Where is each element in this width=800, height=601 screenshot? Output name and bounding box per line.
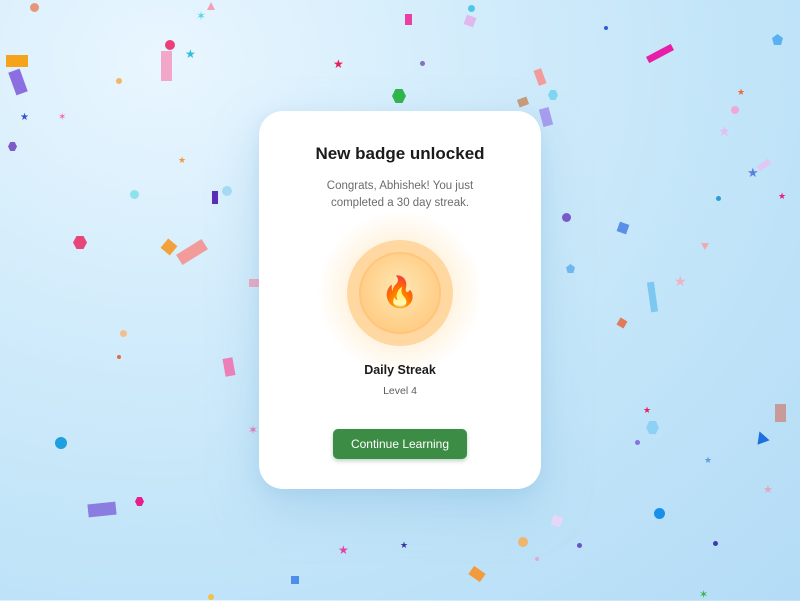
confetti-piece: ✶: [248, 423, 259, 437]
confetti-piece: [538, 107, 554, 127]
confetti-piece: [518, 537, 528, 547]
confetti-piece: [646, 281, 659, 313]
confetti-piece: [8, 68, 28, 96]
confetti-piece: [165, 40, 175, 50]
confetti-piece: [30, 3, 39, 12]
confetti-piece: [208, 594, 214, 600]
confetti-piece: [6, 55, 28, 67]
confetti-piece: [405, 14, 412, 25]
confetti-piece: ★: [643, 405, 652, 415]
confetti-piece: [161, 51, 172, 81]
confetti-piece: [533, 68, 547, 86]
badge-name: Daily Streak: [364, 363, 436, 377]
confetti-piece: [420, 61, 425, 66]
confetti-piece: [772, 34, 783, 45]
confetti-piece: [468, 565, 486, 583]
confetti-piece: [716, 196, 721, 201]
badge-level: Level 4: [383, 385, 417, 397]
confetti-piece: [775, 404, 786, 422]
confetti-piece: [55, 437, 67, 449]
confetti-piece: [249, 279, 259, 287]
confetti-piece: [392, 89, 406, 103]
confetti-piece: ★: [178, 155, 187, 165]
confetti-piece: ✶: [196, 9, 207, 23]
confetti-piece: [550, 514, 564, 528]
confetti-piece: ★: [338, 543, 349, 557]
confetti-piece: ★: [20, 112, 29, 123]
confetti-piece: [212, 191, 218, 204]
confetti-piece: [176, 238, 208, 266]
confetti-piece: [604, 26, 608, 30]
modal-title: New badge unlocked: [315, 144, 485, 163]
confetti-piece: [135, 497, 144, 506]
confetti-piece: [753, 429, 769, 445]
confetti-piece: [562, 213, 571, 222]
confetti-piece: [577, 543, 582, 548]
confetti-piece: [222, 357, 236, 377]
continue-learning-button[interactable]: Continue Learning: [333, 429, 467, 459]
confetti-piece: [120, 330, 127, 337]
confetti-piece: [116, 78, 122, 84]
confetti-piece: [646, 421, 659, 434]
badge: 🔥: [317, 210, 483, 376]
confetti-piece: ★: [778, 191, 787, 201]
confetti-piece: [713, 541, 718, 546]
confetti-piece: [207, 2, 215, 10]
confetti-piece: [616, 317, 628, 329]
confetti-piece: ★: [718, 123, 731, 139]
confetti-piece: [117, 355, 121, 359]
confetti-piece: [731, 106, 739, 114]
confetti-piece: [463, 14, 477, 28]
confetti-piece: ★: [185, 47, 196, 61]
confetti-piece: ★: [333, 57, 344, 71]
confetti-piece: [645, 43, 675, 64]
confetti-piece: ★: [747, 165, 759, 180]
confetti-piece: [548, 90, 558, 100]
confetti-piece: [468, 5, 475, 12]
confetti-piece: ✶: [699, 589, 709, 601]
confetti-piece: [222, 186, 232, 196]
confetti-piece: ★: [763, 484, 773, 496]
confetti-piece: [87, 501, 117, 518]
confetti-piece: [616, 221, 630, 235]
confetti-piece: [8, 142, 17, 151]
confetti-piece: [291, 576, 299, 584]
confetti-piece: [73, 236, 87, 249]
confetti-piece: [635, 440, 640, 445]
confetti-piece: [160, 238, 178, 256]
confetti-piece: ★: [674, 273, 687, 289]
fire-icon: 🔥: [381, 276, 419, 309]
confetti-piece: ★: [737, 87, 746, 97]
confetti-piece: [516, 96, 530, 108]
badge-inner-circle: 🔥: [359, 252, 441, 334]
confetti-piece: [654, 508, 665, 519]
confetti-piece: ✶: [58, 112, 67, 123]
confetti-piece: ★: [704, 455, 713, 465]
confetti-piece: [756, 158, 772, 172]
confetti-piece: [566, 264, 575, 273]
confetti-piece: [130, 190, 139, 199]
badge-unlocked-modal: New badge unlocked Congrats, Abhishek! Y…: [259, 111, 541, 489]
modal-subtitle: Congrats, Abhishek! You just completed a…: [326, 180, 474, 210]
confetti-piece: [535, 557, 539, 561]
confetti-piece: ★: [400, 540, 409, 550]
confetti-piece: [701, 243, 709, 250]
